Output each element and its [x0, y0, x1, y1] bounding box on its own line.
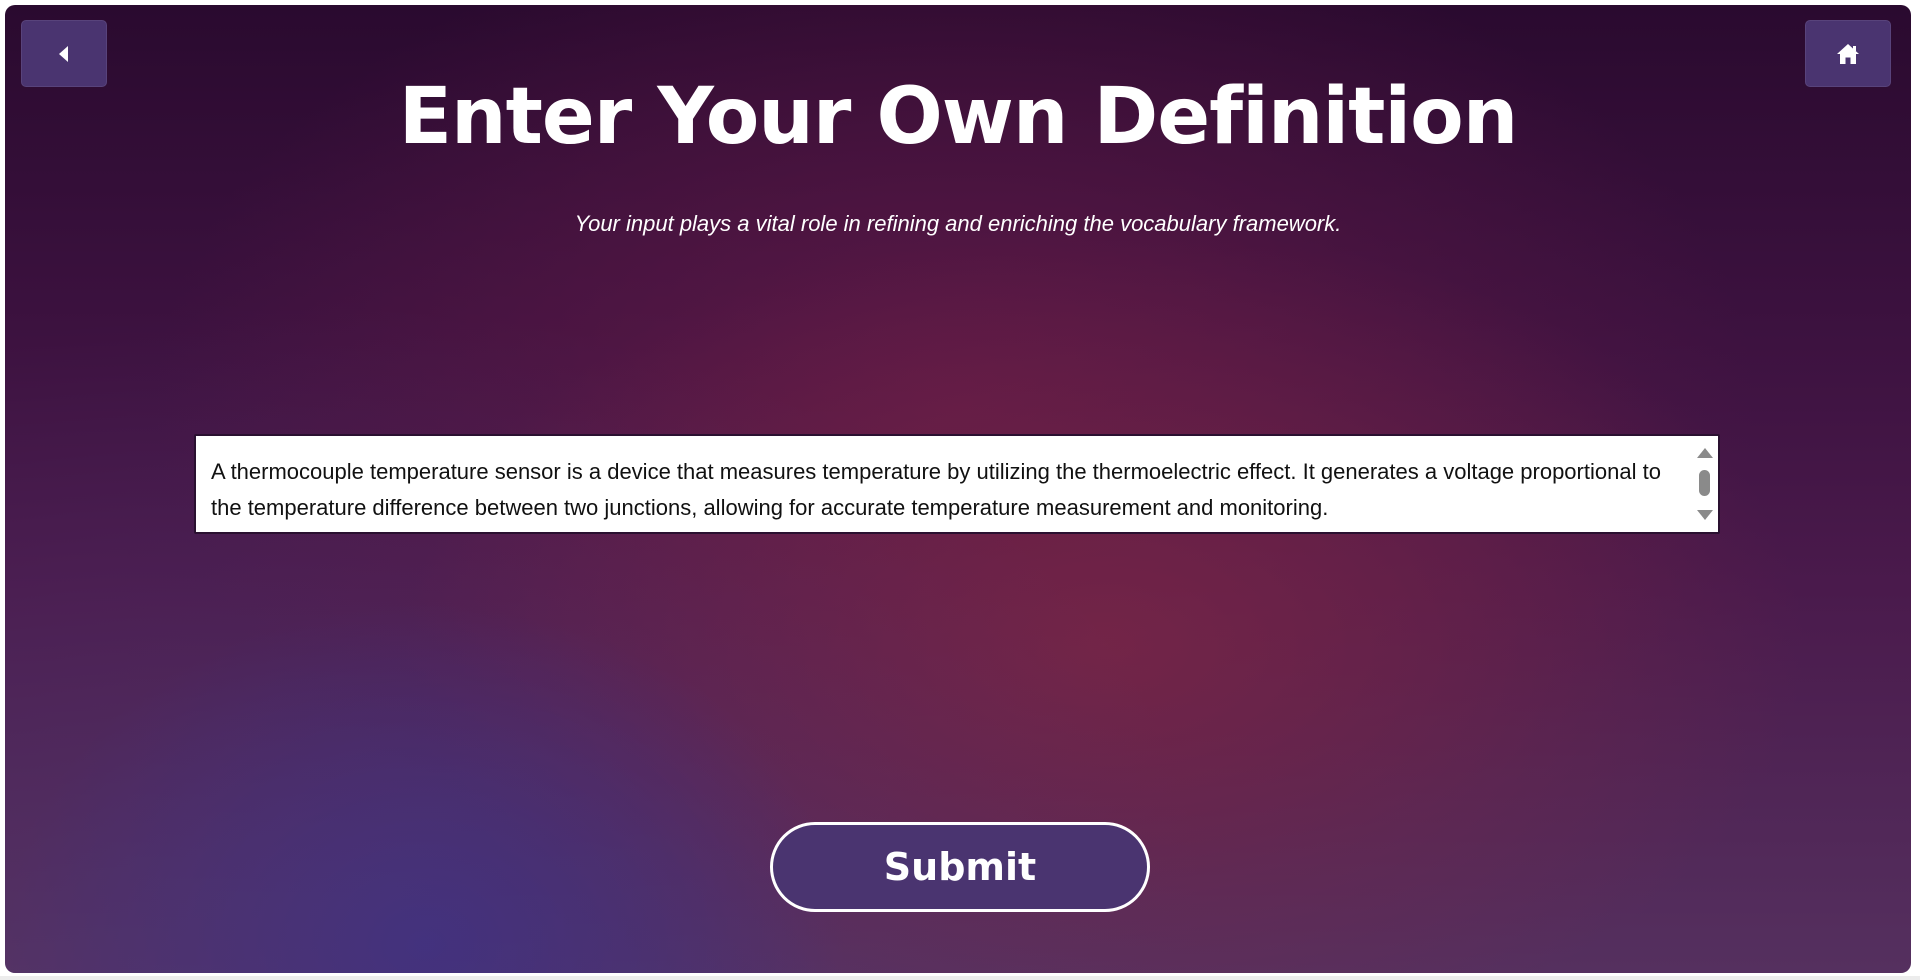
- bottom-divider: [0, 976, 1920, 980]
- caret-left-icon: [59, 45, 68, 62]
- page-title: Enter Your Own Definition: [398, 72, 1518, 162]
- scroll-down-arrow-icon[interactable]: [1697, 510, 1713, 520]
- page-subtitle: Your input plays a vital role in refinin…: [574, 211, 1342, 236]
- definition-textarea[interactable]: A thermocouple temperature sensor is a d…: [196, 436, 1688, 532]
- submit-button[interactable]: Submit: [770, 822, 1150, 912]
- scroll-up-arrow-icon[interactable]: [1697, 448, 1713, 458]
- home-icon: [1837, 43, 1859, 64]
- textarea-scrollbar[interactable]: [1692, 438, 1716, 530]
- scroll-thumb[interactable]: [1699, 470, 1710, 496]
- definition-textarea-container: A thermocouple temperature sensor is a d…: [194, 434, 1720, 534]
